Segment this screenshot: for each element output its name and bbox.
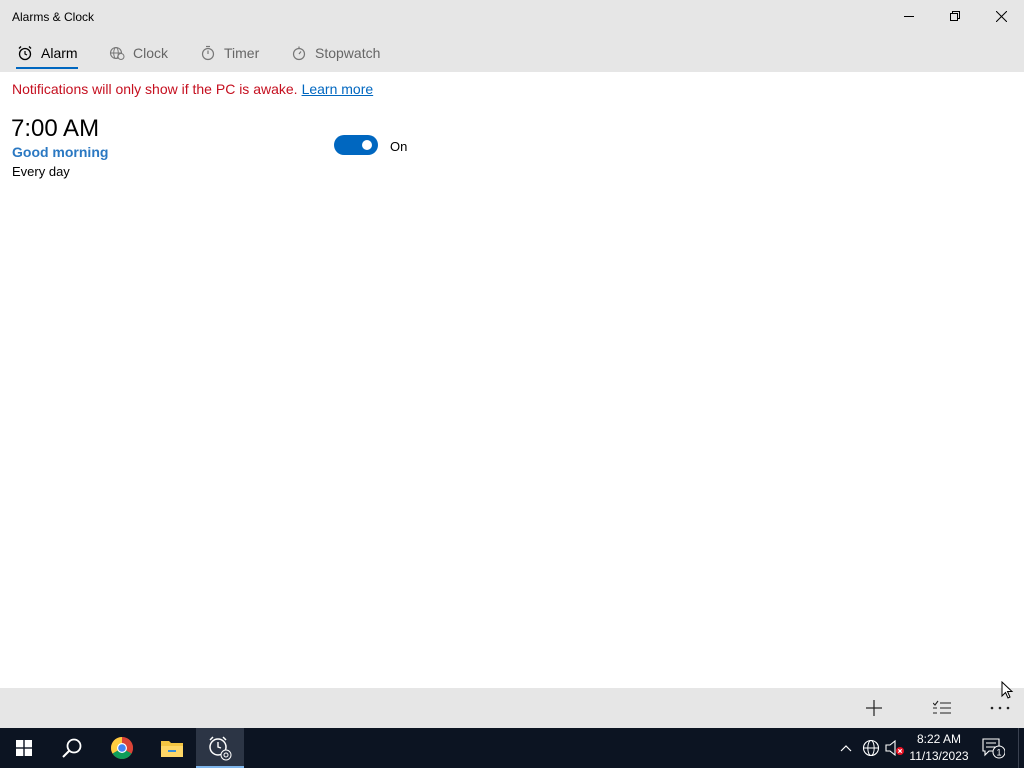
main-content: Notifications will only show if the PC i… xyxy=(0,72,1024,688)
select-list-icon xyxy=(933,700,951,714)
minimize-button[interactable] xyxy=(886,0,932,32)
notice-text: Notifications will only show if the PC i… xyxy=(12,81,298,97)
timer-icon xyxy=(199,44,217,62)
stopwatch-icon xyxy=(290,44,308,62)
windows-start-icon xyxy=(16,740,32,756)
chevron-up-icon xyxy=(840,745,852,752)
volume-button[interactable] xyxy=(884,728,906,768)
alarm-repeat: Every day xyxy=(12,164,70,179)
show-desktop-button[interactable] xyxy=(1018,728,1024,768)
volume-muted-icon xyxy=(885,739,904,757)
tab-stopwatch[interactable]: Stopwatch xyxy=(290,34,380,72)
taskbar-clock[interactable]: 8:22 AM 11/13/2023 xyxy=(906,728,972,768)
start-button[interactable] xyxy=(0,728,48,768)
alarm-time: 7:00 AM xyxy=(11,115,100,142)
learn-more-link[interactable]: Learn more xyxy=(302,81,374,97)
tab-alarm[interactable]: Alarm xyxy=(16,34,78,72)
tab-clock-label: Clock xyxy=(133,45,169,61)
search-icon xyxy=(62,738,82,758)
taskbar-time: 8:22 AM xyxy=(916,732,962,746)
globe-clock-icon xyxy=(108,44,126,62)
select-alarms-button[interactable] xyxy=(922,692,962,724)
tab-clock[interactable]: Clock xyxy=(108,34,168,72)
tab-timer[interactable]: Timer xyxy=(199,34,259,72)
tab-bar: Alarm Clock Timer Stopwatch xyxy=(0,34,1024,72)
command-bar xyxy=(0,688,1024,728)
network-globe-icon xyxy=(862,739,880,757)
tab-alarm-label: Alarm xyxy=(41,45,78,61)
tab-timer-label: Timer xyxy=(224,45,260,61)
close-button[interactable] xyxy=(978,0,1024,32)
action-center-button[interactable]: 1 xyxy=(976,728,1010,768)
file-explorer-icon xyxy=(161,741,183,757)
alarm-toggle[interactable] xyxy=(334,135,378,155)
notification-icon: 1 xyxy=(982,738,1005,759)
mouse-cursor-icon xyxy=(1001,681,1014,699)
alarm-clock-icon xyxy=(16,44,34,62)
close-icon xyxy=(995,10,1007,22)
network-button[interactable] xyxy=(860,728,882,768)
notification-count: 1 xyxy=(996,748,1001,758)
plus-icon xyxy=(866,700,882,716)
restore-icon xyxy=(950,11,960,21)
taskbar-alarms-clock[interactable] xyxy=(196,728,244,768)
restore-button[interactable] xyxy=(932,0,978,32)
search-button[interactable] xyxy=(48,728,96,768)
taskbar-file-explorer[interactable] xyxy=(148,728,196,768)
alarms-clock-icon xyxy=(209,736,232,761)
more-ellipsis-icon xyxy=(990,706,1010,710)
minimize-icon xyxy=(904,16,914,17)
tab-stopwatch-label: Stopwatch xyxy=(315,45,381,61)
taskbar-chrome[interactable] xyxy=(98,728,146,768)
taskbar: 8:22 AM 11/13/2023 1 xyxy=(0,728,1024,768)
chrome-icon xyxy=(111,737,133,759)
window-title: Alarms & Clock xyxy=(12,10,95,24)
add-alarm-button[interactable] xyxy=(854,692,894,724)
show-hidden-icons-button[interactable] xyxy=(836,728,856,768)
toggle-state-label: On xyxy=(390,139,408,154)
alarm-name: Good morning xyxy=(12,144,109,160)
taskbar-date: 11/13/2023 xyxy=(909,749,969,763)
title-bar: Alarms & Clock xyxy=(0,0,1024,34)
toggle-knob xyxy=(362,140,372,150)
awake-notice: Notifications will only show if the PC i… xyxy=(12,81,373,97)
